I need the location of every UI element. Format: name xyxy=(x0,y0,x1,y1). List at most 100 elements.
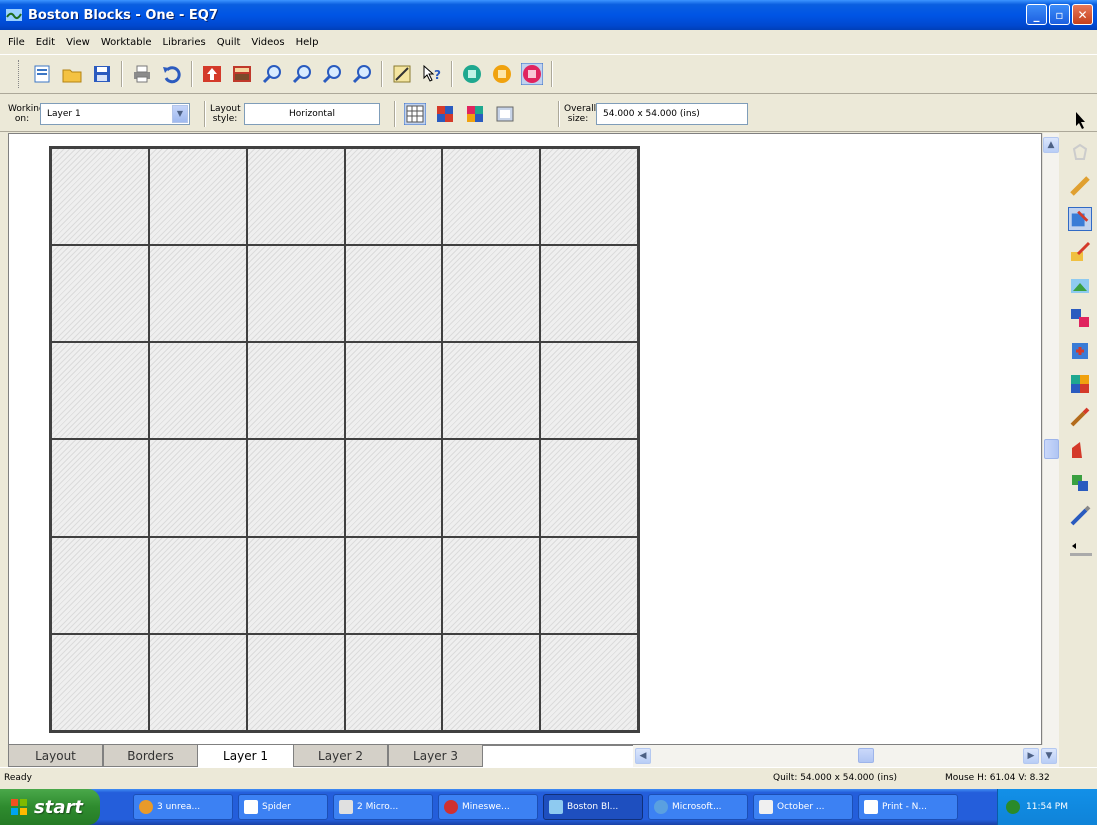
quilt-block-cell[interactable] xyxy=(246,536,345,634)
save-icon[interactable] xyxy=(91,63,113,85)
quilt-block-cell[interactable] xyxy=(246,633,345,731)
quilt-block-cell[interactable] xyxy=(344,148,443,246)
zoom-out-icon[interactable] xyxy=(291,63,313,85)
chevron-down-icon[interactable]: ▼ xyxy=(172,104,188,123)
color-tool-icon[interactable] xyxy=(1068,372,1092,396)
quilt-block-cell[interactable] xyxy=(442,245,541,343)
view-sketchbook-icon[interactable] xyxy=(231,63,253,85)
quilt-block-cell[interactable] xyxy=(51,439,149,537)
quilt-block-cell[interactable] xyxy=(148,439,247,537)
quilt-block-cell[interactable] xyxy=(540,148,638,246)
quilt-block-cell[interactable] xyxy=(246,342,345,440)
block-tool-icon[interactable] xyxy=(1068,471,1092,495)
spraycan-icon[interactable] xyxy=(1068,273,1092,297)
maximize-button[interactable]: ▫ xyxy=(1049,4,1070,25)
open-icon[interactable] xyxy=(61,63,83,85)
view-quilt-icon[interactable] xyxy=(461,63,483,85)
refresh-icon[interactable] xyxy=(321,63,343,85)
vertical-scroll-thumb[interactable] xyxy=(1044,439,1059,459)
toolbar-grip[interactable] xyxy=(18,60,21,88)
quilt-block-cell[interactable] xyxy=(540,439,638,537)
fit-to-worktable-icon[interactable] xyxy=(351,63,373,85)
quilt-block-cell[interactable] xyxy=(246,439,345,537)
quilt-block-cell[interactable] xyxy=(540,633,638,731)
layout-color-icon[interactable] xyxy=(464,103,486,125)
menu-view[interactable]: View xyxy=(66,37,90,48)
quilt-block-cell[interactable] xyxy=(344,342,443,440)
quilt-block-cell[interactable] xyxy=(344,633,443,731)
menu-worktable[interactable]: Worktable xyxy=(101,37,152,48)
rulers-icon[interactable] xyxy=(391,63,413,85)
eyedropper-icon[interactable] xyxy=(1068,405,1092,429)
help-icon[interactable]: ? xyxy=(421,63,443,85)
quilt-block-cell[interactable] xyxy=(540,536,638,634)
layout-sashing-icon[interactable] xyxy=(494,103,516,125)
quilt-block-cell[interactable] xyxy=(442,439,541,537)
move-tool-icon[interactable] xyxy=(1068,141,1092,165)
quilt-block-cell[interactable] xyxy=(51,342,149,440)
quilt-layout-grid[interactable] xyxy=(49,146,640,733)
quilt-block-cell[interactable] xyxy=(442,342,541,440)
pick-tool-icon[interactable] xyxy=(1068,108,1092,132)
task-october[interactable]: October ... xyxy=(753,794,853,820)
menu-file[interactable]: File xyxy=(8,37,25,48)
task-mail[interactable]: 3 unrea... xyxy=(133,794,233,820)
quilt-worktable[interactable] xyxy=(8,133,1042,745)
quilt-block-cell[interactable] xyxy=(51,148,149,246)
tab-layout[interactable]: Layout xyxy=(8,745,103,767)
quilt-block-cell[interactable] xyxy=(148,633,247,731)
zoom-in-icon[interactable] xyxy=(261,63,283,85)
working-on-select[interactable]: Layer 1 ▼ xyxy=(40,102,190,125)
quilt-block-cell[interactable] xyxy=(442,536,541,634)
horizontal-scrollbar[interactable]: ◀ ▶ ▼ xyxy=(633,745,1059,767)
print-icon[interactable] xyxy=(131,63,153,85)
view-image-icon[interactable] xyxy=(521,63,543,85)
menu-edit[interactable]: Edit xyxy=(36,37,55,48)
start-button[interactable]: start xyxy=(0,789,100,825)
quilt-block-cell[interactable] xyxy=(148,342,247,440)
pencil-icon[interactable] xyxy=(1068,504,1092,528)
quilt-block-cell[interactable] xyxy=(442,148,541,246)
network-icon[interactable] xyxy=(1006,800,1020,814)
quilt-block-cell[interactable] xyxy=(442,633,541,731)
quilt-block-cell[interactable] xyxy=(148,245,247,343)
quilt-block-cell[interactable] xyxy=(148,148,247,246)
measure-tool-icon[interactable] xyxy=(1068,174,1092,198)
quilt-block-cell[interactable] xyxy=(51,633,149,731)
task-boston-blocks[interactable]: Boston Bl... xyxy=(543,794,643,820)
quilt-block-cell[interactable] xyxy=(344,245,443,343)
task-spider[interactable]: Spider xyxy=(238,794,328,820)
close-button[interactable]: ✕ xyxy=(1072,4,1093,25)
tab-borders[interactable]: Borders xyxy=(103,745,198,767)
menu-videos[interactable]: Videos xyxy=(251,37,284,48)
fabric-tool-icon[interactable] xyxy=(1068,438,1092,462)
layout-symmetry-icon[interactable] xyxy=(434,103,456,125)
quilt-block-cell[interactable] xyxy=(540,245,638,343)
scroll-right-icon[interactable]: ▶ xyxy=(1023,748,1039,764)
title-bar[interactable]: Boston Blocks - One - EQ7 _ ▫ ✕ xyxy=(0,0,1097,30)
scroll-down-icon[interactable]: ▼ xyxy=(1041,748,1057,764)
swap-colors-icon[interactable] xyxy=(1068,306,1092,330)
quilt-block-cell[interactable] xyxy=(51,245,149,343)
paintbrush-icon[interactable] xyxy=(1068,240,1092,264)
layout-grid-icon[interactable] xyxy=(404,102,426,125)
task-print[interactable]: Print - N... xyxy=(858,794,958,820)
quilt-block-cell[interactable] xyxy=(344,439,443,537)
task-micro[interactable]: 2 Micro... xyxy=(333,794,433,820)
tab-layer-2[interactable]: Layer 2 xyxy=(293,745,388,767)
tab-layer-3[interactable]: Layer 3 xyxy=(388,745,483,767)
undo-icon[interactable] xyxy=(161,63,183,85)
rotate-block-icon[interactable] xyxy=(1068,339,1092,363)
new-icon[interactable] xyxy=(31,63,53,85)
quilt-block-cell[interactable] xyxy=(540,342,638,440)
quilt-block-cell[interactable] xyxy=(246,148,345,246)
quilt-block-cell[interactable] xyxy=(148,536,247,634)
minimize-button[interactable]: _ xyxy=(1026,4,1047,25)
add-to-sketchbook-icon[interactable] xyxy=(201,63,223,85)
clock[interactable]: 11:54 PM xyxy=(1026,802,1068,812)
set-block-icon[interactable] xyxy=(1068,207,1092,231)
task-minesweeper[interactable]: Mineswe... xyxy=(438,794,538,820)
palette-collapse-icon[interactable] xyxy=(1068,537,1092,561)
quilt-block-cell[interactable] xyxy=(51,536,149,634)
view-block-icon[interactable] xyxy=(491,63,513,85)
